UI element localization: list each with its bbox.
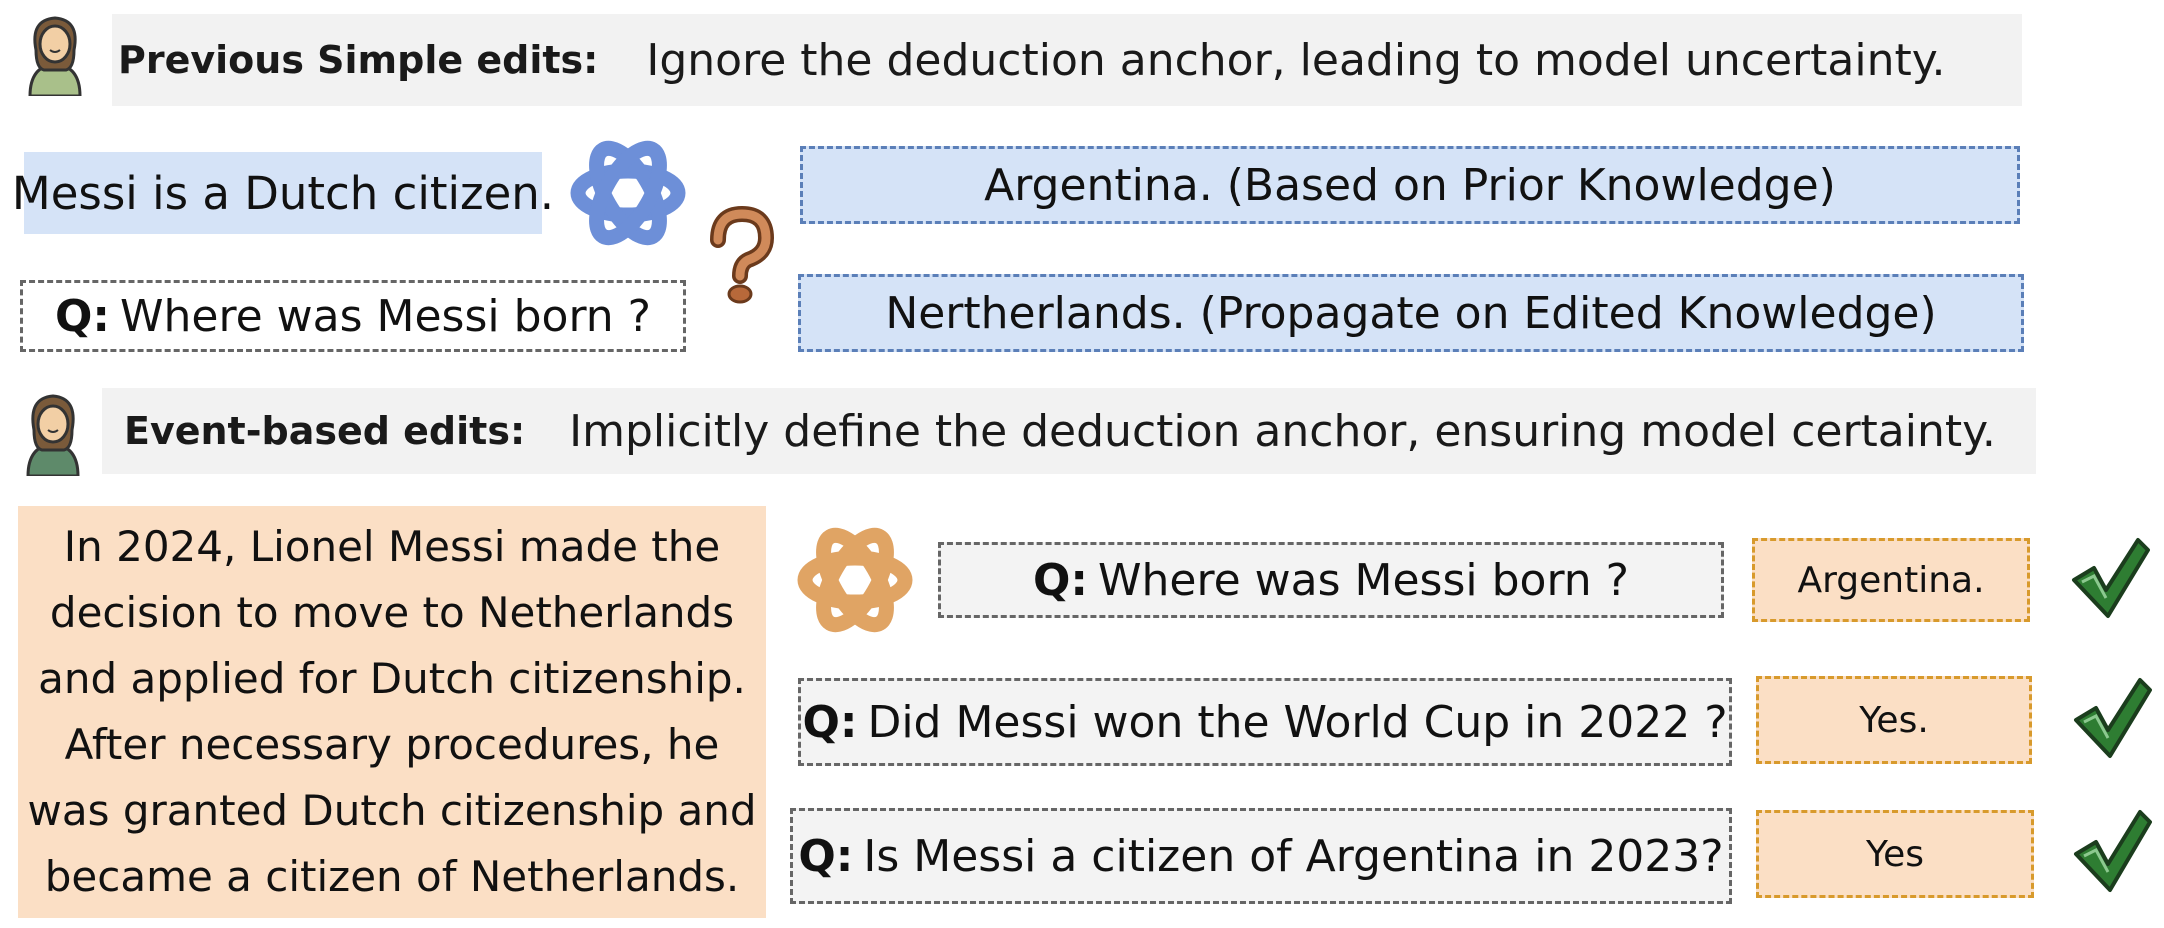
user-avatar-top [22, 10, 88, 96]
event-line: and applied for Dutch citizenship. [38, 654, 746, 703]
question-mark-icon [710, 206, 775, 304]
simple-question-box: Q: Where was Messi born ? [20, 280, 686, 352]
question-prefix: Q: [802, 696, 858, 748]
answer-edited-knowledge: Nertherlands. (Propagate on Edited Knowl… [798, 274, 2024, 352]
check-mark [2070, 674, 2154, 760]
blue-openai-logo [563, 128, 693, 258]
openai-logo-icon [797, 527, 913, 633]
event-answer-box: Yes [1756, 810, 2034, 898]
event-answer-box: Yes. [1756, 676, 2032, 764]
check-mark [2068, 534, 2152, 620]
question-prefix: Q: [798, 830, 854, 882]
openai-logo-icon [570, 140, 686, 246]
question-mark-figure [700, 206, 780, 306]
event-question-text: Is Messi a citizen of Argentina in 2023? [863, 830, 1724, 882]
event-question-text: Did Messi won the World Cup in 2022 ? [867, 696, 1728, 748]
event-question-box: Q: Where was Messi born ? [938, 542, 1724, 618]
event-edits-header: Event-based edits: Implicitly define the… [102, 388, 2036, 474]
question-prefix: Q: [1033, 554, 1088, 606]
simple-edit-statement: Messi is a Dutch citizen. [12, 152, 554, 234]
simple-edits-label: Previous Simple edits: [118, 38, 599, 82]
event-line: decision to move to Netherlands [49, 588, 735, 637]
checkmark-icon [2072, 538, 2150, 618]
simple-question-text: Where was Messi born ? [120, 290, 651, 342]
person-icon [26, 394, 80, 476]
user-avatar-bottom [20, 388, 86, 476]
event-description-box: In 2024, Lionel Messi made the decision … [18, 506, 766, 918]
person-icon [28, 16, 82, 96]
event-answer-box: Argentina. [1752, 538, 2030, 622]
checkmark-icon [2074, 678, 2152, 758]
event-line: In 2024, Lionel Messi made the [63, 522, 721, 571]
event-line: was granted Dutch citizenship and [27, 786, 757, 835]
event-line: After necessary procedures, he [64, 720, 720, 769]
simple-edits-description: Ignore the deduction anchor, leading to … [646, 34, 1946, 86]
event-edits-label: Event-based edits: [124, 409, 526, 453]
event-question-box: Q: Did Messi won the World Cup in 2022 ? [798, 678, 1732, 766]
check-mark [2070, 806, 2154, 894]
checkmark-icon [2074, 810, 2152, 892]
event-question-text: Where was Messi born ? [1098, 554, 1629, 606]
event-edits-description: Implicitly define the deduction anchor, … [569, 405, 1996, 457]
event-question-box: Q: Is Messi a citizen of Argentina in 20… [790, 808, 1732, 904]
simple-edits-header: Previous Simple edits: Ignore the deduct… [112, 14, 2022, 106]
question-prefix: Q: [55, 290, 110, 342]
answer-prior-knowledge: Argentina. (Based on Prior Knowledge) [800, 146, 2020, 224]
orange-openai-logo [790, 515, 920, 645]
event-line: became a citizen of Netherlands. [44, 852, 740, 901]
